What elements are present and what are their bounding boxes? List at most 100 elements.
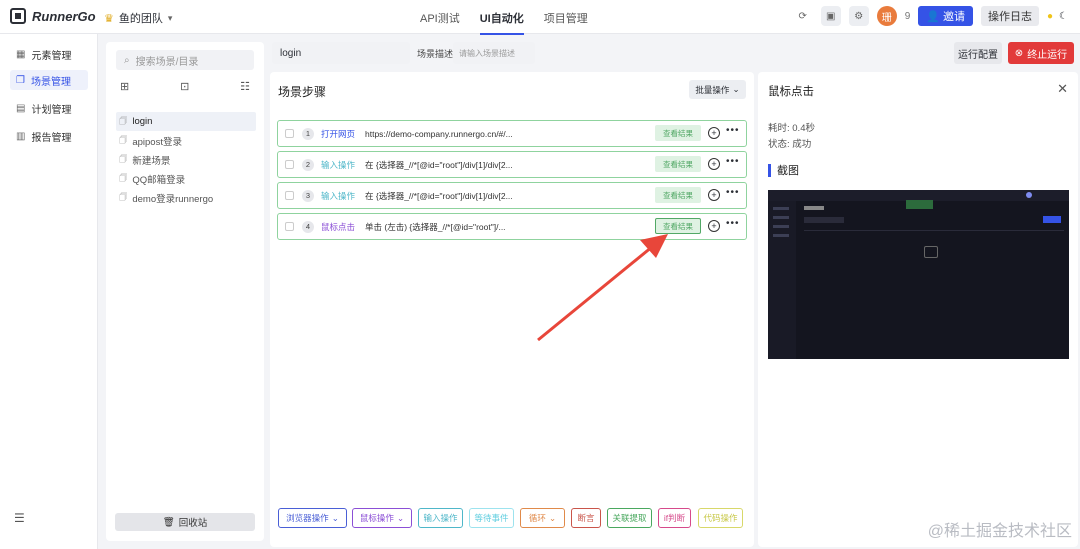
list-item[interactable]: 🗇 apipost登录 bbox=[116, 131, 256, 150]
view-result-button[interactable]: 查看结果 bbox=[655, 125, 701, 141]
theme-toggle[interactable]: ● ☾ bbox=[1047, 11, 1068, 22]
more-icon[interactable]: ••• bbox=[726, 218, 740, 229]
scene-search-input[interactable]: ⌕ 搜索场景/目录 bbox=[116, 50, 254, 70]
toolbar-label: 输入操作 bbox=[423, 513, 458, 523]
list-item[interactable]: 🗇 login bbox=[116, 112, 256, 131]
mouse-operation-button[interactable]: 鼠标操作 ⌄ bbox=[352, 508, 412, 528]
invite-button[interactable]: 👤 邀请 bbox=[918, 6, 973, 26]
scene-file-icon: 🗇 bbox=[119, 172, 128, 183]
batch-label: 批量操作 bbox=[695, 84, 730, 95]
add-step-icon[interactable]: + bbox=[708, 220, 720, 232]
filter-icon[interactable]: ☷ bbox=[240, 80, 250, 93]
scene-steps-panel: 场景步骤 批量操作 ⌄ 1 打开网页 https://demo-company.… bbox=[270, 72, 754, 547]
shot-toast bbox=[906, 200, 933, 209]
add-folder-icon[interactable]: ⊡ bbox=[180, 80, 189, 93]
step-type: 鼠标点击 bbox=[321, 221, 356, 232]
person-icon: 👤 bbox=[926, 10, 940, 23]
step-row[interactable]: 1 打开网页 https://demo-company.runnergo.cn/… bbox=[277, 120, 747, 147]
team-selector[interactable]: ♛ 鱼的团队 ▾ bbox=[104, 10, 172, 26]
list-item[interactable]: 🗇 demo登录runnergo bbox=[116, 188, 256, 207]
logo-icon bbox=[10, 8, 26, 24]
screenshot-image[interactable] bbox=[768, 190, 1069, 359]
watermark: @稀土掘金技术社区 bbox=[927, 523, 1072, 540]
invite-label: 邀请 bbox=[942, 11, 965, 23]
if-condition-button[interactable]: if判断 bbox=[658, 508, 691, 528]
step-checkbox[interactable] bbox=[285, 160, 294, 169]
heading-bar bbox=[768, 163, 771, 177]
tab-api-test[interactable]: API测试 bbox=[420, 10, 460, 35]
extract-button[interactable]: 关联提取 bbox=[607, 508, 652, 528]
toolbar-label: if判断 bbox=[663, 513, 686, 523]
sidebar-item-label: 报告管理 bbox=[31, 132, 72, 144]
run-config-button[interactable]: 运行配置 bbox=[954, 42, 1002, 64]
close-icon[interactable]: ✕ bbox=[1057, 81, 1068, 97]
calendar-icon: ▤ bbox=[16, 102, 26, 114]
loop-button[interactable]: 循环 ⌄ bbox=[520, 508, 565, 528]
top-bar: RunnerGo ♛ 鱼的团队 ▾ API测试 UI自动化 项目管理 ⟳ ▣ ⚙… bbox=[0, 0, 1080, 35]
shot-title bbox=[804, 206, 824, 210]
list-item[interactable]: 🗇 新建场景 bbox=[116, 150, 256, 169]
more-icon[interactable]: ••• bbox=[726, 187, 740, 198]
step-checkbox[interactable] bbox=[285, 222, 294, 231]
toolbar-label: 循环 bbox=[528, 513, 546, 523]
step-row[interactable]: 3 输入操作 在 {选择器_//*[@id="root"]/div[1]/div… bbox=[277, 182, 747, 209]
scene-name-input[interactable]: login bbox=[272, 42, 410, 64]
scene-description-input[interactable]: 请输入场景描述 bbox=[453, 42, 535, 64]
input-operation-button[interactable]: 输入操作 bbox=[418, 508, 463, 528]
add-step-icon[interactable]: + bbox=[708, 158, 720, 170]
step-type: 输入操作 bbox=[321, 159, 356, 170]
chevron-down-icon: ⌄ bbox=[331, 512, 339, 523]
code-operation-button[interactable]: 代码操作 bbox=[698, 508, 743, 528]
operation-log-button[interactable]: 操作日志 bbox=[980, 6, 1039, 26]
collapse-menu-icon[interactable]: ☰ bbox=[14, 511, 25, 525]
step-checkbox[interactable] bbox=[285, 129, 294, 138]
batch-operation-button[interactable]: 批量操作 ⌄ bbox=[689, 80, 746, 99]
sidebar-item-reports[interactable]: ▥ 报告管理 bbox=[10, 126, 88, 146]
crown-icon: ♛ bbox=[104, 12, 114, 25]
step-row[interactable]: 2 输入操作 在 {选择器_//*[@id="root"]/div[1]/div… bbox=[277, 151, 747, 178]
app-logo[interactable]: RunnerGo bbox=[10, 8, 96, 24]
stop-label: 终止运行 bbox=[1027, 49, 1068, 61]
sidebar-item-elements[interactable]: ▦ 元素管理 bbox=[10, 44, 88, 64]
more-icon[interactable]: ••• bbox=[726, 125, 740, 136]
list-item[interactable]: 🗇 QQ邮箱登录 bbox=[116, 169, 256, 188]
add-step-icon[interactable]: + bbox=[708, 127, 720, 139]
screenshot-heading: 截图 bbox=[768, 162, 799, 178]
add-step-icon[interactable]: + bbox=[708, 189, 720, 201]
list-item-label: QQ邮箱登录 bbox=[132, 174, 186, 186]
scene-file-icon: 🗇 bbox=[119, 134, 128, 145]
add-scene-icon[interactable]: ⊞ bbox=[120, 80, 129, 93]
step-checkbox[interactable] bbox=[285, 191, 294, 200]
browser-operation-button[interactable]: 浏览器操作 ⌄ bbox=[278, 508, 347, 528]
tab-ui-automation[interactable]: UI自动化 bbox=[479, 10, 524, 35]
step-number: 4 bbox=[302, 220, 314, 233]
search-placeholder: 搜索场景/目录 bbox=[135, 56, 199, 68]
sun-icon: ● bbox=[1046, 10, 1054, 22]
avatar[interactable]: 珊 bbox=[876, 6, 897, 26]
wait-event-button[interactable]: 等待事件 bbox=[469, 508, 514, 528]
view-result-button[interactable]: 查看结果 bbox=[655, 187, 701, 203]
sync-icon[interactable]: ⟳ bbox=[793, 6, 813, 26]
recycle-bin-button[interactable]: 🗑 回收站 bbox=[115, 513, 255, 531]
list-item-label: login bbox=[132, 116, 153, 127]
list-item-label: apipost登录 bbox=[132, 136, 182, 148]
shot-search bbox=[804, 217, 844, 223]
scene-icon: ❐ bbox=[16, 74, 25, 86]
stop-run-button[interactable]: ⊗ 终止运行 bbox=[1008, 42, 1074, 64]
more-icon[interactable]: ••• bbox=[726, 156, 740, 167]
layout-icon[interactable]: ▣ bbox=[820, 6, 841, 26]
toolbar-label: 关联提取 bbox=[612, 513, 647, 523]
step-content: 在 {选择器_//*[@id="root"]/div[1]/div[2... bbox=[365, 159, 513, 170]
shot-button bbox=[1043, 216, 1061, 223]
step-duration: 耗时: 0.4秒 bbox=[768, 123, 815, 134]
assert-button[interactable]: 断言 bbox=[571, 508, 601, 528]
view-result-button[interactable]: 查看结果 bbox=[655, 156, 701, 172]
steps-title: 场景步骤 bbox=[278, 85, 327, 99]
toolbar-label: 断言 bbox=[577, 513, 595, 523]
toolbar-label: 鼠标操作 bbox=[359, 513, 394, 523]
sidebar-item-scenes[interactable]: ❐ 场景管理 bbox=[10, 70, 88, 90]
settings-icon[interactable]: ⚙ bbox=[848, 6, 869, 26]
sidebar-item-plans[interactable]: ▤ 计划管理 bbox=[10, 98, 88, 118]
scene-list-panel: ⌕ 搜索场景/目录 ⊞ ⊡ ☷ 🗇 login 🗇 apipost登录 🗇 新建… bbox=[106, 42, 264, 541]
tab-project-management[interactable]: 项目管理 bbox=[544, 10, 588, 35]
